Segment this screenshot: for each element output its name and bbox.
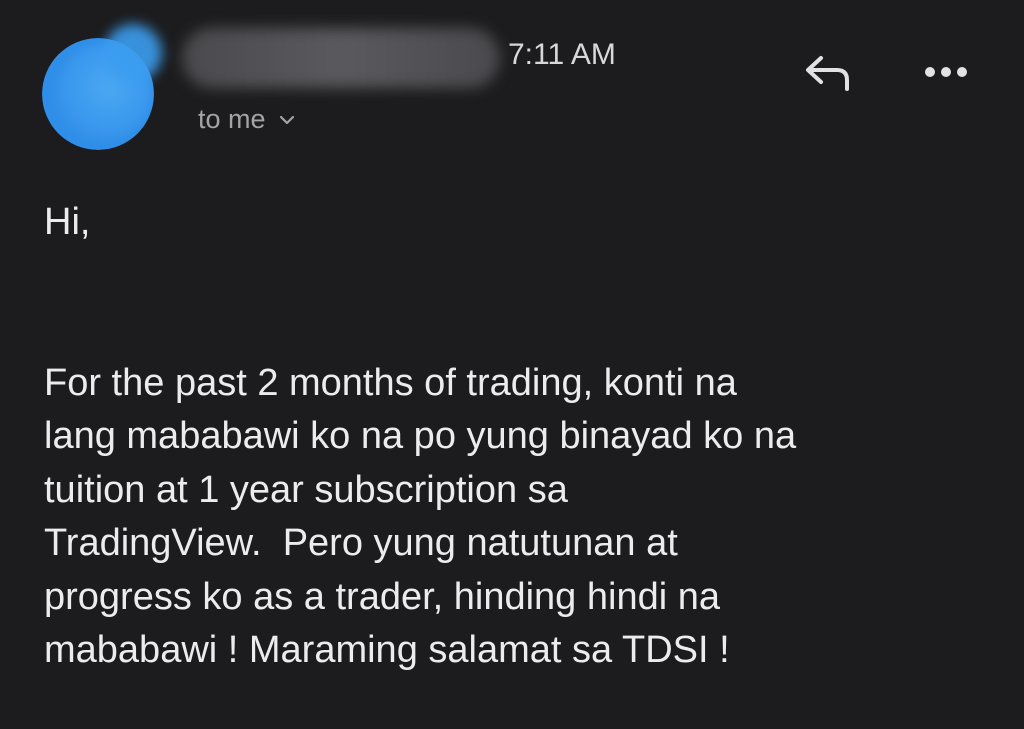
reply-arrow-icon: [806, 56, 849, 91]
recipient-details-toggle[interactable]: to me: [198, 104, 296, 135]
message-line: tuition at 1 year subscription sa: [44, 468, 568, 511]
timestamp: 7:11 AM: [508, 38, 616, 71]
message-greeting: Hi,: [44, 201, 91, 243]
message-line: TradingView. Pero yung natutunan at: [44, 522, 678, 564]
chevron-down-icon: [279, 115, 294, 124]
avatar-redaction: [104, 24, 162, 82]
message-line: lang mababawi ko na po yung binayad ko n…: [44, 415, 797, 457]
reply-button[interactable]: [798, 48, 858, 96]
more-options-icon: [925, 67, 967, 77]
more-options-button[interactable]: [918, 52, 974, 92]
message-line: mababawi ! Maraming salamat sa TDSI !: [44, 629, 730, 671]
message-body: Hi, For the past 2 months of trading, ko…: [44, 196, 1004, 678]
message-line: For the past 2 months of trading, konti …: [44, 361, 737, 404]
recipient-label: to me: [198, 104, 266, 134]
email-header: 7:11 AM to me: [0, 0, 1024, 170]
sender-name-redacted: [182, 28, 500, 88]
message-paragraph: For the past 2 months of trading, konti …: [44, 357, 1004, 678]
message-line: progress ko as a trader, hinding hindi n…: [44, 575, 720, 618]
